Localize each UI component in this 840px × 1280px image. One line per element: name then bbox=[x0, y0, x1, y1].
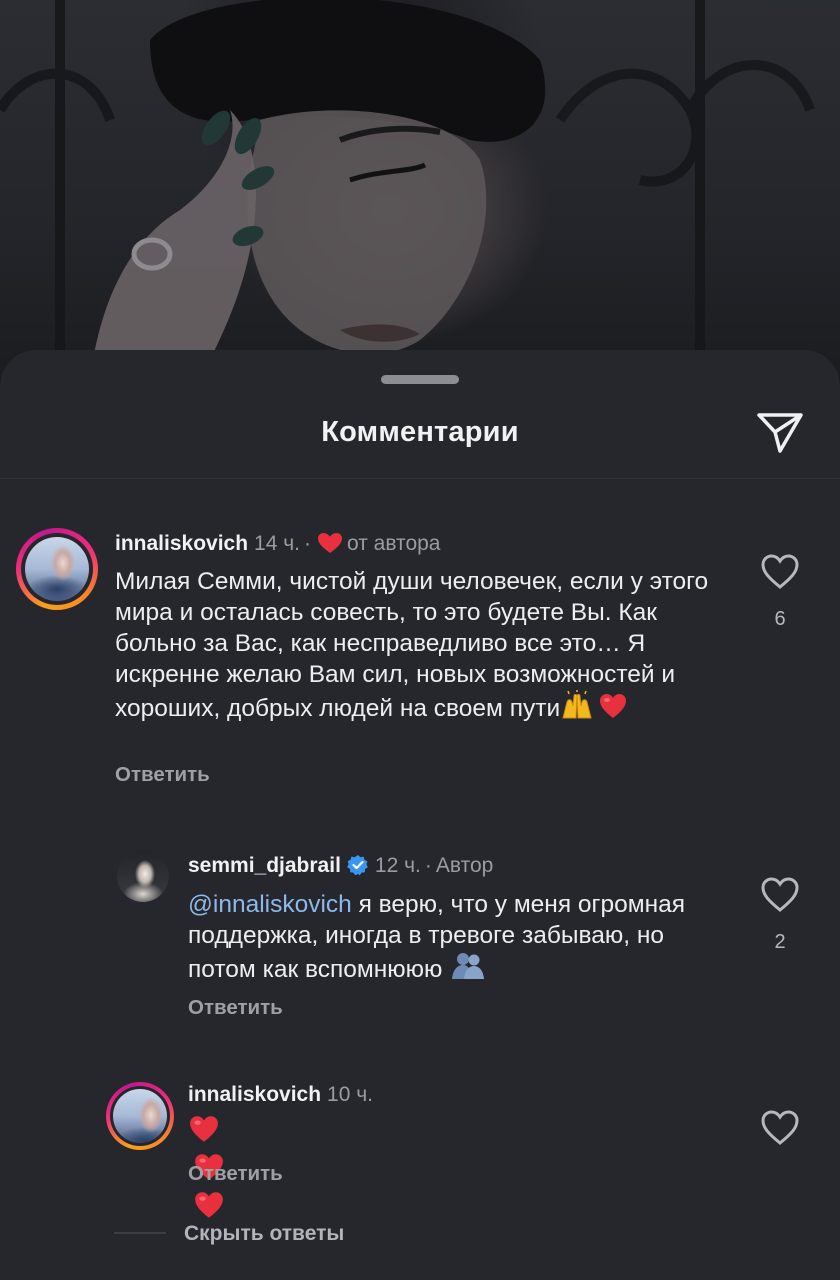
comment-time: 12 ч. bbox=[374, 854, 421, 877]
reply-button[interactable]: Ответить bbox=[188, 1162, 283, 1186]
avatar[interactable] bbox=[16, 528, 98, 610]
header-divider bbox=[0, 478, 840, 479]
replies-thread-line bbox=[114, 1232, 166, 1234]
heart-filled-icon bbox=[317, 532, 343, 560]
username[interactable]: innaliskovich bbox=[188, 1083, 321, 1106]
post-photo-background bbox=[0, 0, 840, 380]
hugging-people-emoji bbox=[450, 951, 486, 989]
author-liked-label: от автора bbox=[347, 532, 441, 555]
author-label: Автор bbox=[435, 854, 494, 877]
hide-replies-button[interactable]: Скрыть ответы bbox=[184, 1222, 344, 1246]
sheet-title: Комментарии bbox=[321, 416, 519, 448]
raising-hands-emoji bbox=[560, 690, 594, 728]
comments-sheet: Комментарии innaliskovich 14 ч. · от автора… bbox=[0, 350, 840, 1280]
red-heart-emoji bbox=[188, 1114, 220, 1152]
meta-separator: · bbox=[424, 854, 432, 877]
like-count: 6 bbox=[774, 608, 786, 630]
comment-time: 10 ч. bbox=[327, 1083, 374, 1106]
like-count: 2 bbox=[774, 931, 786, 953]
share-send-icon[interactable] bbox=[754, 406, 806, 458]
mention-link[interactable]: @innaliskovich bbox=[188, 891, 352, 918]
sheet-grabber-handle[interactable] bbox=[381, 375, 459, 384]
red-heart-emoji bbox=[598, 692, 628, 728]
avatar[interactable] bbox=[106, 1082, 174, 1150]
reply-button[interactable]: Ответить bbox=[188, 996, 283, 1020]
comment-meta: innaliskovich 14 ч. · от автора bbox=[115, 532, 440, 560]
instagram-comments-screen: Комментарии innaliskovich 14 ч. · от автора… bbox=[0, 0, 840, 1280]
like-heart-icon[interactable] bbox=[760, 552, 800, 592]
verified-badge-icon bbox=[347, 854, 369, 882]
comment-time: 14 ч. bbox=[254, 532, 301, 555]
photo-illustration bbox=[0, 0, 815, 380]
username[interactable]: innaliskovich bbox=[115, 532, 248, 555]
meta-separator: · bbox=[304, 532, 312, 555]
like-heart-icon[interactable] bbox=[760, 875, 800, 915]
comment-meta: innaliskovich 10 ч. bbox=[188, 1083, 373, 1107]
comment-text: @innaliskovich я верю, что у меня огромн… bbox=[188, 889, 728, 989]
like-heart-icon[interactable] bbox=[760, 1108, 800, 1148]
username[interactable]: semmi_djabrail bbox=[188, 854, 341, 877]
reply-button[interactable]: Ответить bbox=[115, 763, 210, 787]
comment-text: Милая Семми, чистой души человечек, если… bbox=[115, 566, 735, 728]
comment-meta: semmi_djabrail 12 ч. · Автор bbox=[188, 854, 493, 882]
avatar[interactable] bbox=[117, 850, 169, 902]
